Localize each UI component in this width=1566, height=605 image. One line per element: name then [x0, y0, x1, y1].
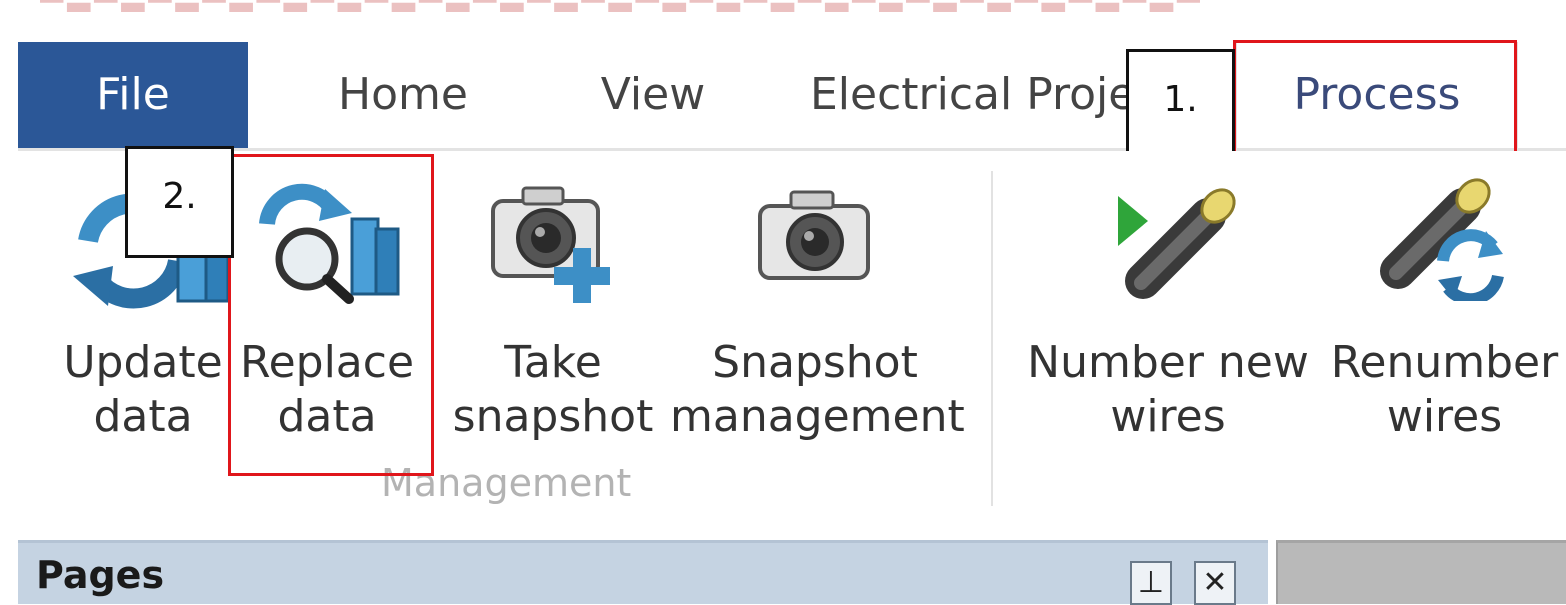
take-snapshot-label-line2: snapshot [452, 391, 654, 442]
process-tab-highlight [1233, 40, 1517, 156]
snapshot-management-label-line1: Snapshot [712, 337, 918, 388]
workspace-area [1276, 540, 1566, 604]
tab-file[interactable]: File [18, 42, 248, 148]
take-snapshot-button[interactable]: Take snapshot [448, 151, 658, 451]
title-strip: ▀▄▀▄▀▄▀▄▀▄▀▄▀▄▀▄▀▄▀▄▀▄▀▄▀▄▀▄▀▄▀▄▀▄▀▄▀▄▀▄… [0, 0, 1566, 40]
update-data-label-line1: Update [63, 337, 223, 388]
pages-panel-title: Pages [36, 553, 165, 597]
close-icon[interactable]: ✕ [1194, 561, 1236, 605]
tab-electrical-project[interactable]: Electrical Proje [810, 42, 1155, 148]
group-separator [991, 171, 993, 506]
wire-renumber-icon [1380, 178, 1504, 301]
tab-view[interactable]: View [578, 42, 728, 148]
renumber-wires-button[interactable]: Renumber wires [1323, 151, 1566, 451]
window-edge [0, 42, 18, 601]
wire-number-icon [1118, 188, 1236, 299]
renumber-wires-label-line1: Renumber [1330, 337, 1559, 388]
renumber-wires-label-line2: wires [1386, 391, 1503, 442]
brand-logo: ▀▄▀▄▀▄▀▄▀▄▀▄▀▄▀▄▀▄▀▄▀▄▀▄▀▄▀▄▀▄▀▄▀▄▀▄▀▄▀▄… [40, 0, 1200, 12]
camera-add-icon [491, 186, 610, 303]
step-2-callout: 2. [125, 146, 234, 258]
number-new-wires-button[interactable]: Number new wires [1023, 151, 1313, 451]
snapshot-management-label-line2: management [670, 391, 965, 442]
snapshot-management-button[interactable]: Snapshot management [670, 151, 965, 451]
pages-panel-header: Pages ⊥ ✕ [18, 540, 1268, 605]
tab-home[interactable]: Home [318, 42, 488, 148]
number-new-wires-label-line1: Number new [1027, 337, 1309, 388]
camera-icon [758, 190, 870, 280]
take-snapshot-label-line1: Take [504, 337, 602, 388]
update-data-label-line2: data [93, 391, 193, 442]
step-1-callout: 1. [1126, 49, 1235, 161]
pin-icon[interactable]: ⊥ [1130, 561, 1172, 605]
replace-data-highlight [228, 154, 434, 476]
number-new-wires-label-line2: wires [1110, 391, 1226, 442]
